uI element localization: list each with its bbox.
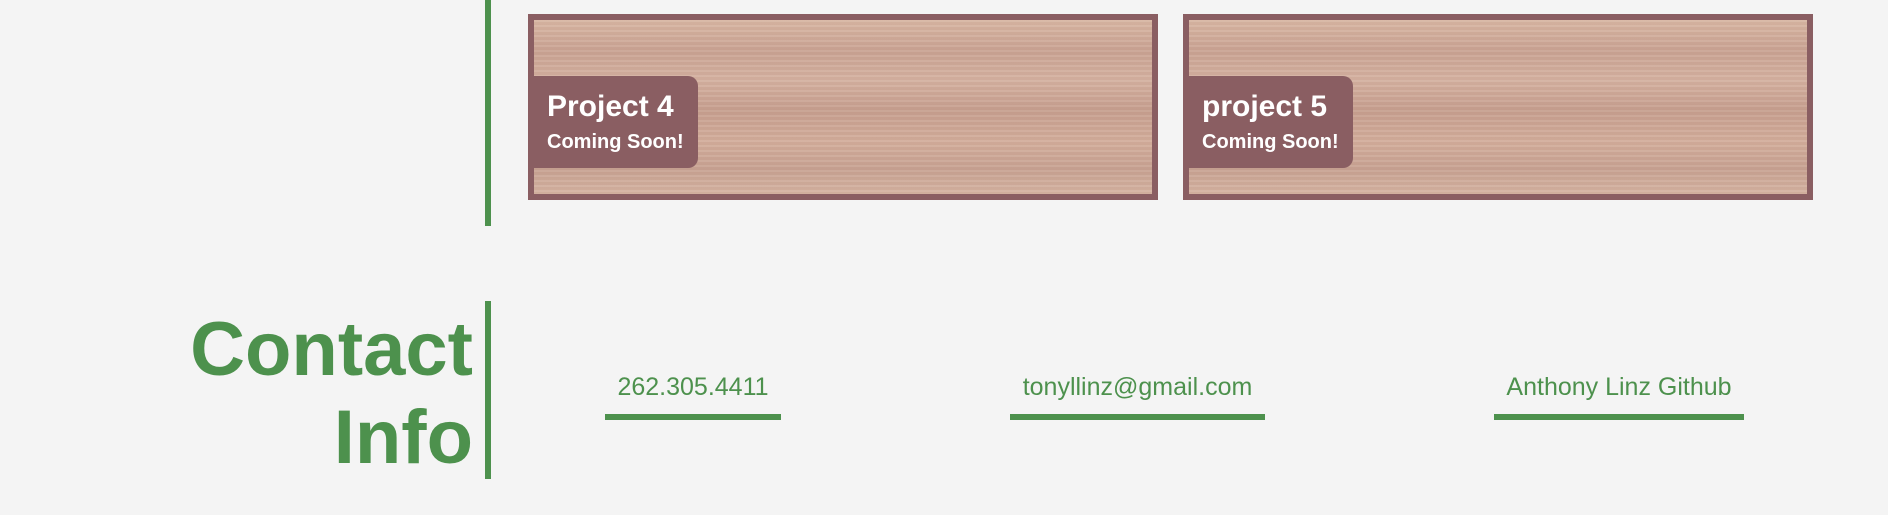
section-divider-contact xyxy=(485,301,491,479)
project-title: project 5 xyxy=(1202,90,1328,123)
project-subtitle: Coming Soon! xyxy=(1202,131,1339,153)
contact-info-heading: Contact Info xyxy=(190,306,473,482)
contact-heading-line1: Contact xyxy=(190,307,473,392)
project-card-label: project 5 Coming Soon! xyxy=(1183,76,1353,168)
section-divider-top xyxy=(485,0,491,226)
phone-link[interactable]: 262.305.4411 xyxy=(605,370,781,420)
contact-heading-line2: Info xyxy=(333,395,473,480)
project-title: Project 4 xyxy=(547,90,674,123)
project-subtitle: Coming Soon! xyxy=(547,131,684,153)
email-link[interactable]: tonyllinz@gmail.com xyxy=(1010,370,1265,420)
project-card-label: Project 4 Coming Soon! xyxy=(528,76,698,168)
project-card-5[interactable]: project 5 Coming Soon! xyxy=(1183,14,1813,200)
project-card-4[interactable]: Project 4 Coming Soon! xyxy=(528,14,1158,200)
github-link[interactable]: Anthony Linz Github xyxy=(1494,370,1744,420)
